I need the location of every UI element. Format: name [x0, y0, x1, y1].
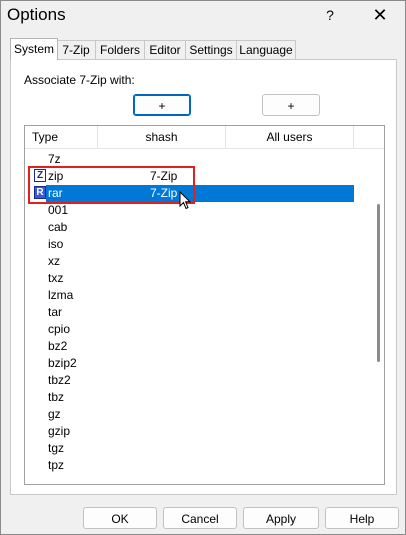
type-cell: tbz [48, 390, 65, 404]
list-item[interactable]: gz [25, 406, 370, 423]
type-cell: tbz2 [48, 373, 71, 387]
tab-editor[interactable]: Editor [144, 40, 186, 59]
type-cell: 001 [48, 203, 69, 217]
list-item[interactable]: 001 [25, 202, 370, 219]
title-bar: Options ? ✕ [1, 1, 405, 31]
tab-7zip[interactable]: 7-Zip [56, 40, 96, 59]
mouse-cursor-icon [179, 190, 192, 213]
tab-settings[interactable]: Settings [185, 40, 237, 59]
type-cell: cpio [48, 322, 71, 336]
help-title-button[interactable]: ? [319, 4, 341, 26]
ok-button[interactable]: OK [83, 507, 157, 529]
list-header: Type shash All users [25, 126, 384, 149]
type-cell: iso [48, 237, 64, 251]
tab-language[interactable]: Language [236, 40, 296, 59]
type-cell: gz [48, 407, 61, 421]
list-item[interactable]: bz2 [25, 338, 370, 355]
type-cell: tgz [48, 441, 65, 455]
column-shash[interactable]: shash [98, 126, 226, 148]
type-cell: xz [48, 254, 60, 268]
type-cell: bzip2 [48, 356, 77, 370]
apply-button[interactable]: Apply [243, 507, 319, 529]
associate-all-users-button[interactable]: + [262, 94, 320, 116]
close-icon[interactable]: ✕ [369, 4, 391, 26]
list-item[interactable]: cpio [25, 321, 370, 338]
list-item[interactable]: tbz [25, 389, 370, 406]
type-cell: tpz [48, 458, 65, 472]
list-item[interactable]: txz [25, 270, 370, 287]
list-item[interactable]: tgz [25, 440, 370, 457]
options-dialog: Options ? ✕ System 7-Zip Folders Editor … [0, 0, 406, 535]
list-item[interactable]: tbz2 [25, 372, 370, 389]
highlight-annotation [28, 166, 195, 204]
list-item[interactable]: lzma [25, 287, 370, 304]
tab-folders[interactable]: Folders [95, 40, 145, 59]
list-item[interactable]: tpz [25, 457, 370, 474]
type-cell: lzma [48, 288, 74, 302]
help-button[interactable]: Help [325, 507, 399, 529]
list-item[interactable]: cab [25, 219, 370, 236]
system-tab-panel: Associate 7-Zip with: + + Type shash All… [10, 59, 397, 495]
column-type[interactable]: Type [25, 126, 98, 148]
list-item[interactable]: bzip2 [25, 355, 370, 372]
type-cell: cab [48, 220, 68, 234]
associate-current-user-button[interactable]: + [133, 94, 191, 116]
list-item[interactable]: iso [25, 236, 370, 253]
list-item[interactable]: gzip [25, 423, 370, 440]
list-item[interactable]: tar [25, 304, 370, 321]
tab-system[interactable]: System [10, 38, 58, 60]
scrollbar-thumb[interactable] [377, 204, 380, 362]
list-item[interactable]: xz [25, 253, 370, 270]
type-cell: tar [48, 305, 63, 319]
associate-label: Associate 7-Zip with: [24, 73, 135, 87]
vertical-scrollbar[interactable] [372, 149, 384, 484]
type-cell: bz2 [48, 339, 68, 353]
column-all-users[interactable]: All users [226, 126, 354, 148]
cancel-button[interactable]: Cancel [163, 507, 237, 529]
type-cell: txz [48, 271, 64, 285]
type-cell: gzip [48, 424, 71, 438]
dialog-title: Options [7, 5, 66, 24]
